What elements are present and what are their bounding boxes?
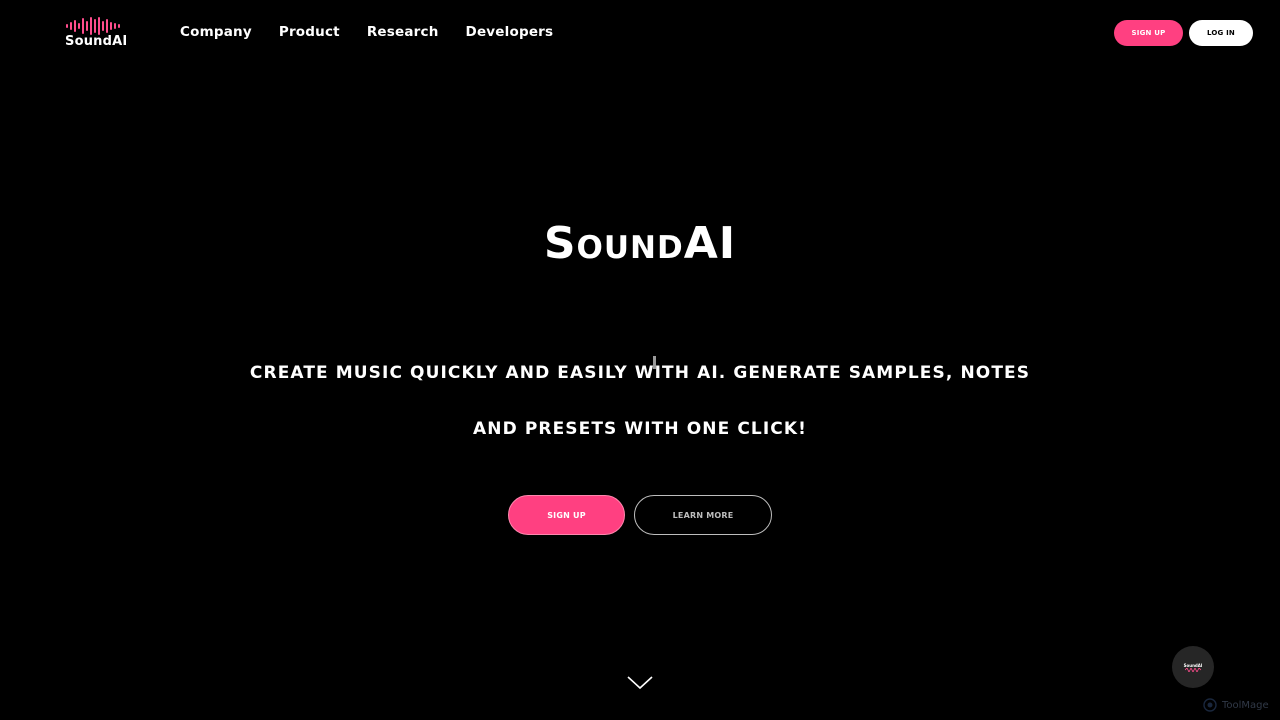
site-header: SoundAI Company Product Research Develop…	[0, 0, 1280, 66]
header-signup-button[interactable]: SIGN UP	[1114, 20, 1183, 46]
watermark: ToolMage	[1203, 698, 1269, 712]
hero-subtitle: CREATE MUSIC QUICKLY AND EASILY WITH AI.…	[249, 363, 1031, 439]
nav-item-research[interactable]: Research	[367, 24, 439, 40]
chat-wave-icon	[1185, 667, 1201, 672]
landing-page: SoundAI Company Product Research Develop…	[0, 0, 1280, 720]
main-nav: Company Product Research Developers	[180, 24, 580, 40]
text-cursor	[653, 356, 656, 369]
chevron-down-icon[interactable]	[626, 674, 654, 692]
watermark-text: ToolMage	[1222, 699, 1269, 711]
hero-title: SoundAI	[543, 218, 737, 269]
logo[interactable]: SoundAI	[64, 17, 128, 51]
hero-signup-button[interactable]: SIGN UP	[508, 495, 625, 535]
learn-more-button[interactable]: LEARN MORE	[634, 495, 772, 535]
nav-item-product[interactable]: Product	[279, 24, 340, 40]
sound-wave-icon	[66, 17, 120, 35]
header-login-button[interactable]: LOG IN	[1189, 20, 1253, 46]
nav-item-developers[interactable]: Developers	[466, 24, 554, 40]
nav-item-company[interactable]: Company	[180, 24, 252, 40]
watermark-icon	[1203, 698, 1217, 712]
chat-bubble-icon[interactable]: SoundAI	[1172, 646, 1214, 688]
logo-text: SoundAI	[65, 34, 128, 49]
